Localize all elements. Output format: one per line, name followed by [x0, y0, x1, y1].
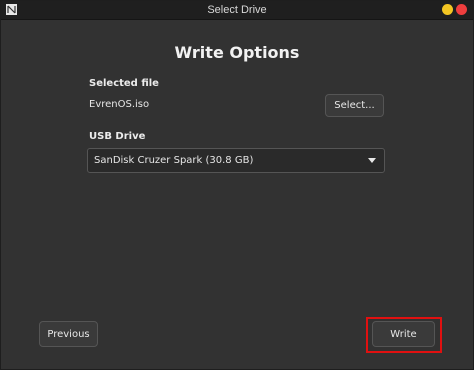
select-file-button[interactable]: Select...	[325, 94, 384, 117]
usb-drive-selected-value: SanDisk Cruzer Spark (30.8 GB)	[94, 155, 254, 166]
select-drive-window: Select Drive Write Options Selected file…	[0, 0, 474, 370]
page-title: Write Options	[174, 43, 300, 62]
title-bar: Select Drive	[1, 1, 473, 20]
close-button[interactable]	[456, 4, 467, 15]
app-logo-icon	[6, 4, 17, 15]
selected-file-label: Selected file	[89, 78, 159, 89]
selected-file-name: EvrenOS.iso	[89, 99, 150, 110]
usb-drive-select[interactable]: SanDisk Cruzer Spark (30.8 GB)	[87, 148, 385, 173]
previous-button[interactable]: Previous	[39, 321, 98, 347]
minimize-button[interactable]	[442, 4, 453, 15]
write-button[interactable]: Write	[372, 321, 435, 347]
usb-drive-label: USB Drive	[89, 131, 146, 142]
chevron-down-icon	[368, 158, 376, 163]
window-title: Select Drive	[207, 4, 267, 16]
